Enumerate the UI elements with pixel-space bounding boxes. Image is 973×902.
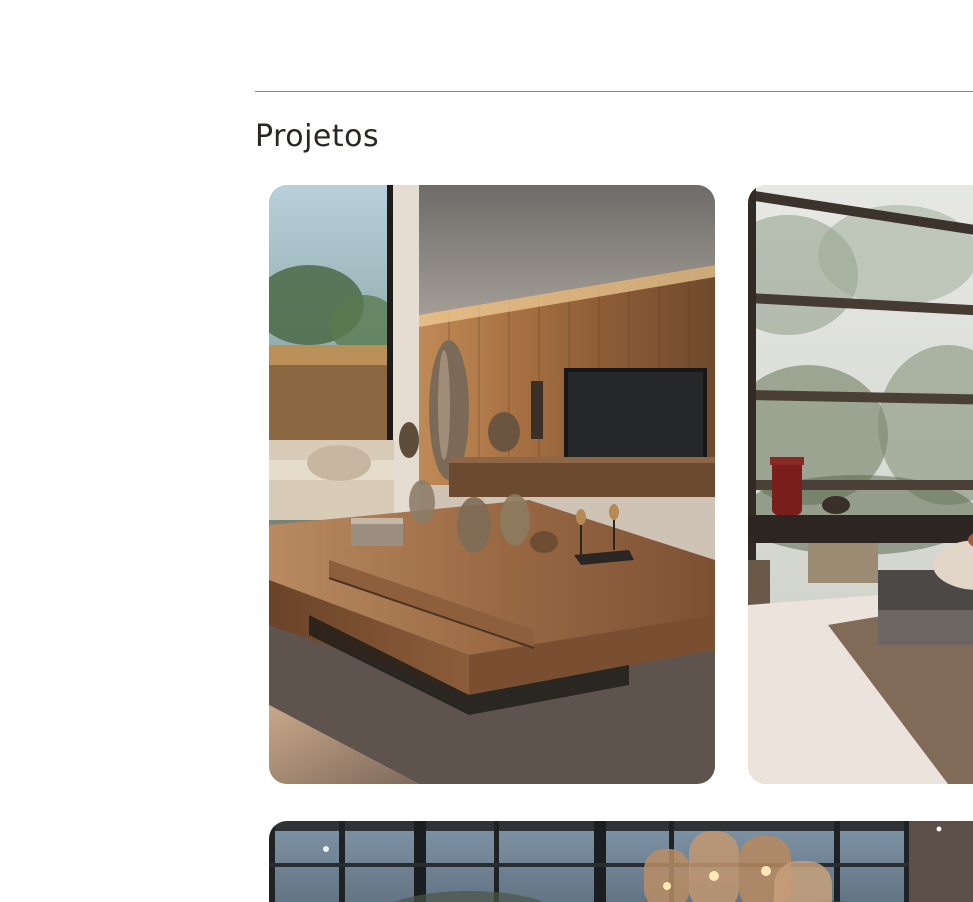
section-title: Projetos	[255, 119, 380, 154]
project-image-living-room-garden	[748, 185, 973, 784]
project-image-dining-room-pendants	[269, 821, 973, 902]
section-divider	[255, 91, 973, 92]
project-image-living-room-wood	[269, 185, 715, 784]
project-card-2[interactable]	[748, 185, 973, 784]
project-card-1[interactable]	[269, 185, 715, 784]
projects-page: Projetos	[0, 0, 973, 902]
project-card-3[interactable]	[269, 821, 973, 902]
